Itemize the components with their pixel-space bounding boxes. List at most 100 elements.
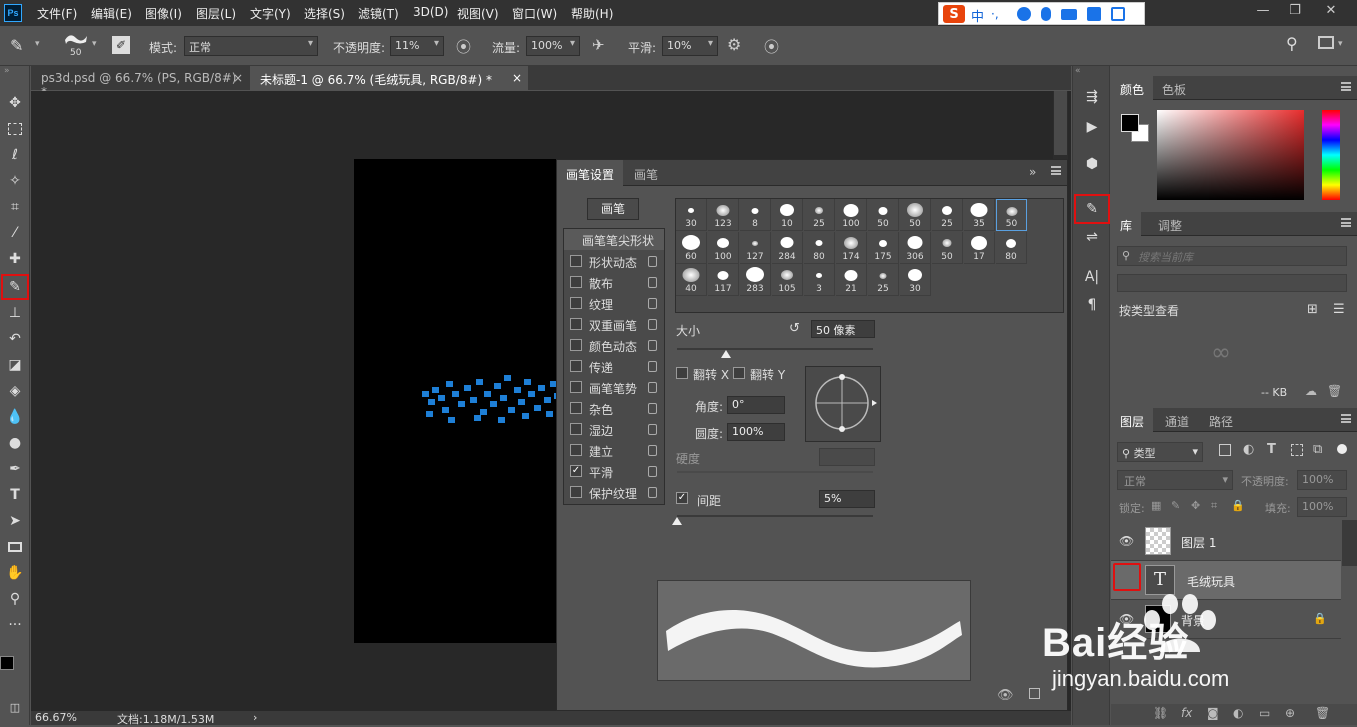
filter-smart-object-icon[interactable]: ⧉: [1313, 442, 1322, 457]
color-field[interactable]: [1157, 110, 1304, 200]
lock-icon[interactable]: [648, 277, 657, 288]
hue-slider[interactable]: [1322, 110, 1340, 200]
option-protect-texture[interactable]: 保护纹理: [564, 482, 664, 503]
crop-tool-icon[interactable]: ⌗: [3, 196, 27, 218]
delete-layer-icon[interactable]: 🗑: [1315, 706, 1330, 720]
menu-layer[interactable]: 图层(L): [196, 5, 236, 22]
menu-filter[interactable]: 滤镜(T): [358, 5, 399, 22]
option-wet-edges[interactable]: 湿边: [564, 419, 664, 440]
option-brush-pose[interactable]: 画笔笔势: [564, 377, 664, 398]
menu-view[interactable]: 视图(V): [457, 5, 499, 22]
option-shape-dynamics[interactable]: 形状动态: [564, 251, 664, 272]
close-icon[interactable]: ✕: [1316, 0, 1346, 22]
chevron-down-icon[interactable]: ▾: [92, 39, 97, 49]
brush-preset[interactable]: 60: [676, 231, 707, 264]
rectangle-tool-icon[interactable]: [3, 536, 27, 558]
brush-preset[interactable]: 3: [804, 264, 835, 296]
brush-preset[interactable]: 10: [772, 199, 803, 231]
ime-toolbar[interactable]: S 中 ·,: [938, 2, 1145, 25]
brush-preset[interactable]: 25: [804, 199, 835, 231]
lock-icon[interactable]: [648, 424, 657, 435]
roundness-field[interactable]: 100%: [727, 423, 785, 441]
layer-name[interactable]: 毛绒玩具: [1187, 573, 1235, 590]
checkbox[interactable]: ✓: [570, 465, 582, 477]
skin-icon[interactable]: [1087, 7, 1101, 21]
brush-preset[interactable]: 8: [740, 199, 771, 231]
checkbox[interactable]: [570, 297, 582, 309]
checkbox[interactable]: [570, 255, 582, 267]
lock-position-icon[interactable]: ✥: [1191, 499, 1200, 512]
filter-type-icon[interactable]: T: [1267, 442, 1276, 457]
brush-preset[interactable]: 174: [836, 231, 867, 264]
layer-row[interactable]: T 毛绒玩具: [1111, 561, 1341, 600]
brush-preset[interactable]: 105: [772, 264, 803, 296]
tab-paths[interactable]: 路径: [1200, 408, 1242, 432]
new-group-icon[interactable]: ▭: [1259, 706, 1270, 720]
paragraph-panel-icon[interactable]: ¶: [1081, 294, 1103, 316]
actions-panel-icon[interactable]: ▶: [1081, 116, 1103, 138]
filter-adjustment-icon[interactable]: ◐: [1243, 442, 1254, 457]
more-tools-icon[interactable]: ···: [3, 614, 27, 636]
brush-preset[interactable]: 283: [740, 264, 771, 296]
list-view-icon[interactable]: ☰: [1333, 302, 1345, 317]
angle-roundness-widget[interactable]: [805, 366, 881, 442]
brush-tool-icon[interactable]: ✎: [10, 36, 23, 55]
spacing-slider[interactable]: [677, 515, 873, 517]
brush-preset[interactable]: 50: [996, 199, 1027, 231]
foreground-color-swatch[interactable]: [0, 656, 14, 670]
panel-menu-icon[interactable]: [1341, 82, 1351, 91]
quick-select-tool-icon[interactable]: ✧: [3, 170, 27, 192]
new-layer-icon[interactable]: ⊕: [1285, 706, 1295, 720]
eyedropper-tool-icon[interactable]: ⁄: [3, 222, 27, 244]
library-search-input[interactable]: ⚲ 搜索当前库: [1117, 246, 1347, 266]
close-icon[interactable]: ×: [512, 71, 522, 85]
brush-preset[interactable]: 30: [900, 264, 931, 296]
filter-shape-icon[interactable]: [1291, 444, 1303, 456]
flip-y-checkbox[interactable]: [733, 367, 745, 379]
collapse-icon[interactable]: »: [4, 66, 10, 76]
brush-panel-toggle-icon[interactable]: ✐: [112, 36, 130, 54]
option-transfer[interactable]: 传递: [564, 356, 664, 377]
lock-icon[interactable]: [648, 487, 657, 498]
lock-icon[interactable]: [648, 403, 657, 414]
expand-icon[interactable]: «: [1075, 66, 1081, 76]
brush-preset[interactable]: 50: [868, 199, 899, 231]
option-scattering[interactable]: 散布: [564, 272, 664, 293]
tab-swatches[interactable]: 色板: [1153, 76, 1195, 100]
lock-icon[interactable]: [648, 340, 657, 351]
reset-size-icon[interactable]: ↺: [789, 321, 800, 336]
healing-brush-tool-icon[interactable]: ✚: [3, 248, 27, 270]
brush-preset[interactable]: 80: [804, 231, 835, 264]
checkbox[interactable]: [570, 318, 582, 330]
blur-tool-icon[interactable]: 💧: [3, 406, 27, 428]
brush-tip-shape-item[interactable]: 画笔笔尖形状: [564, 229, 664, 250]
scrollbar-thumb[interactable]: [1054, 91, 1067, 155]
visibility-eye-icon[interactable]: 👁: [1119, 612, 1134, 626]
spacing-checkbox[interactable]: ✓: [676, 492, 688, 504]
size-slider-thumb[interactable]: [721, 350, 731, 358]
zoom-tool-icon[interactable]: ⚲: [3, 588, 27, 610]
option-color-dynamics[interactable]: 颜色动态: [564, 335, 664, 356]
grid-view-icon[interactable]: ⊞: [1307, 302, 1318, 317]
layer-filter-select[interactable]: ⚲ 类型 ▾: [1117, 442, 1203, 462]
status-menu-arrow-icon[interactable]: ›: [253, 711, 257, 724]
lock-icon[interactable]: [648, 466, 657, 477]
lock-pixels-icon[interactable]: ▦: [1151, 499, 1161, 512]
adjustment-layer-icon[interactable]: ◐: [1233, 706, 1243, 720]
option-smoothing[interactable]: ✓ 平滑: [564, 461, 664, 482]
checkbox[interactable]: [570, 402, 582, 414]
toggle-preview-icon[interactable]: 👁: [997, 688, 1014, 703]
type-tool-icon[interactable]: T: [3, 484, 27, 506]
option-texture[interactable]: 纹理: [564, 293, 664, 314]
add-mask-icon[interactable]: ◙: [1207, 706, 1219, 720]
zoom-level[interactable]: 66.67%: [35, 711, 77, 724]
tab-adjustments[interactable]: 调整: [1149, 212, 1191, 236]
filter-toggle-icon[interactable]: [1337, 444, 1347, 454]
brush-preset[interactable]: 117: [708, 264, 739, 296]
brush-preset[interactable]: 100: [836, 199, 867, 231]
pen-tool-icon[interactable]: ✒: [3, 458, 27, 480]
tab-ps3d[interactable]: ps3d.psd @ 66.7% (PS, RGB/8#) * ×: [31, 66, 249, 99]
foreground-color-swatch[interactable]: [1121, 114, 1139, 132]
dodge-tool-icon[interactable]: ●: [3, 432, 27, 454]
panel-menu-icon[interactable]: [1341, 414, 1351, 423]
